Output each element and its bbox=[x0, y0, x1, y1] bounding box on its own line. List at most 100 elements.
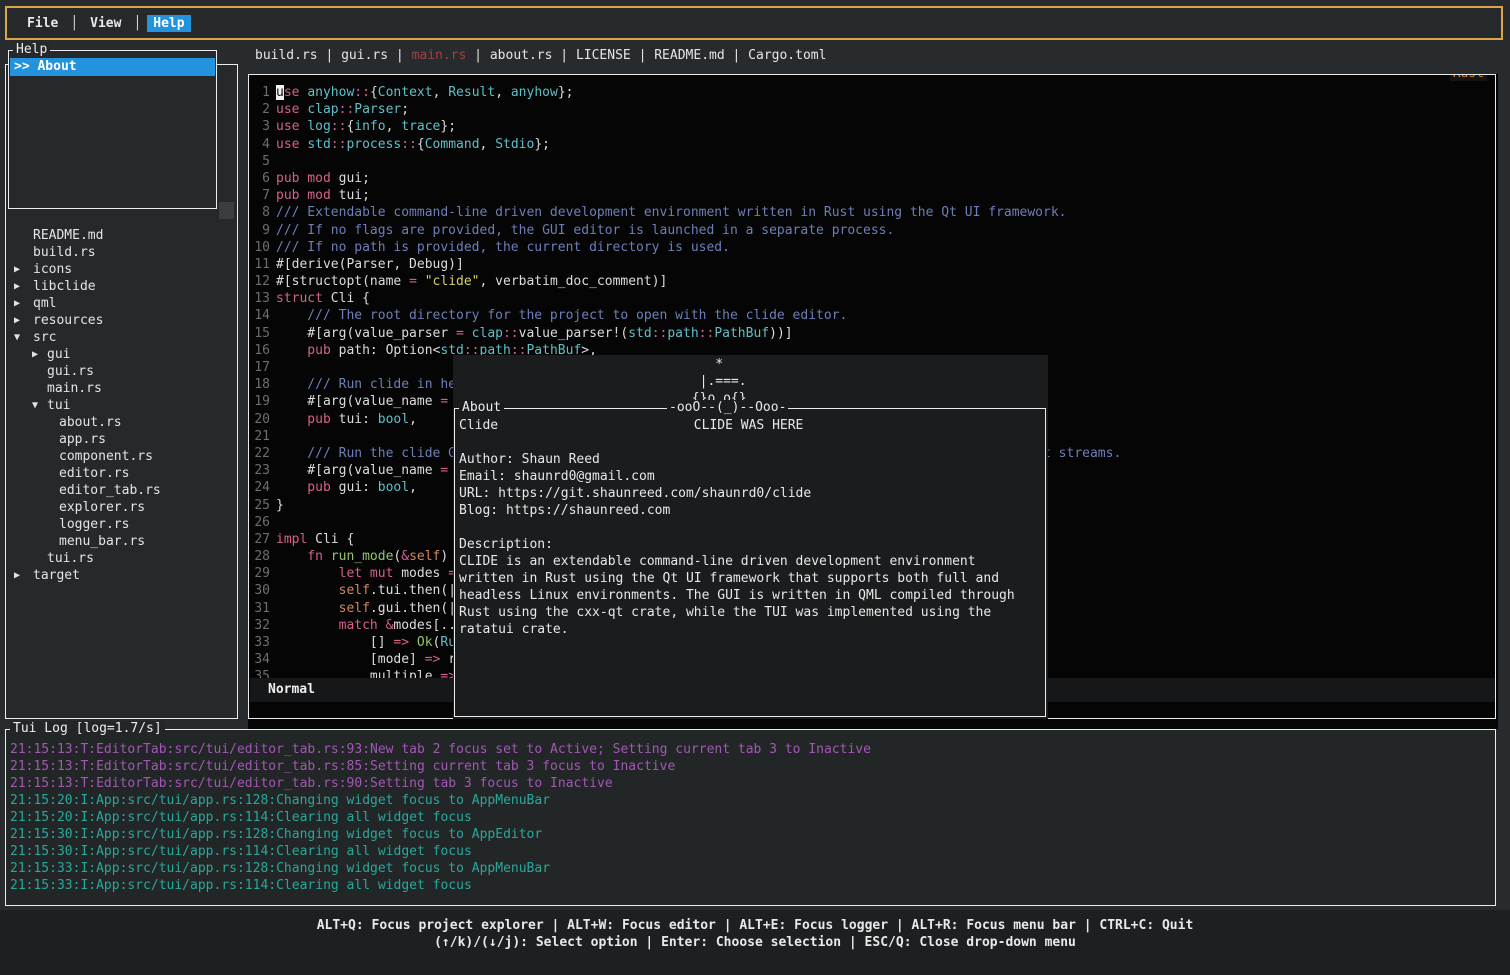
code-token bbox=[417, 274, 425, 289]
tree-item-gui[interactable]: ▶gui bbox=[6, 346, 235, 363]
code-line[interactable]: 14 /// The root directory for the projec… bbox=[250, 307, 1494, 324]
menu-item-about[interactable]: >> About bbox=[10, 58, 215, 76]
code-text: pub mod gui; bbox=[276, 171, 370, 186]
tree-item-logger-rs[interactable]: logger.rs bbox=[6, 516, 235, 533]
tree-item-tui-rs[interactable]: tui.rs bbox=[6, 550, 235, 567]
code-line[interactable]: 2use clap::Parser; bbox=[250, 101, 1494, 118]
code-token bbox=[464, 326, 472, 341]
code-token: /// If no flags are provided, the GUI ed… bbox=[276, 223, 894, 238]
code-token: trace bbox=[401, 119, 440, 134]
code-line[interactable]: 15 #[arg(value_parser = clap::value_pars… bbox=[250, 325, 1494, 342]
tab-main-rs[interactable]: main.rs bbox=[412, 48, 467, 63]
chevron-collapsed-icon: ▶ bbox=[14, 261, 20, 278]
tree-item-label: menu_bar.rs bbox=[59, 534, 145, 549]
line-number: 7 bbox=[250, 187, 270, 204]
tree-item-editor_tab-rs[interactable]: editor_tab.rs bbox=[6, 482, 235, 499]
code-text: /// If no flags are provided, the GUI ed… bbox=[276, 223, 894, 238]
tree-item-main-rs[interactable]: main.rs bbox=[6, 380, 235, 397]
text-cursor: u bbox=[276, 85, 284, 100]
code-line[interactable]: 8/// Extendable command-line driven deve… bbox=[250, 204, 1494, 221]
line-number: 12 bbox=[250, 273, 270, 290]
line-number: 25 bbox=[250, 497, 270, 514]
code-token: }; bbox=[558, 85, 574, 100]
code-line[interactable]: 10/// If no path is provided, the curren… bbox=[250, 239, 1494, 256]
tree-item-component-rs[interactable]: component.rs bbox=[6, 448, 235, 465]
tree-item-qml[interactable]: ▶qml bbox=[6, 295, 235, 312]
code-token: #[arg(value_parser bbox=[276, 326, 456, 341]
tree-item-label: editor.rs bbox=[59, 466, 129, 481]
code-token: match & bbox=[276, 618, 393, 633]
help-dropdown-title: Help bbox=[13, 42, 50, 57]
menu-item-view[interactable]: View bbox=[84, 15, 127, 32]
tab-readme-md[interactable]: README.md bbox=[654, 48, 724, 63]
code-token: PathBuf bbox=[714, 326, 769, 341]
line-number: 18 bbox=[250, 376, 270, 393]
code-token: Ok bbox=[417, 635, 433, 650]
tree-item-label: editor_tab.rs bbox=[59, 483, 161, 498]
tree-item-readme-md[interactable]: README.md bbox=[6, 227, 235, 244]
tab-license[interactable]: LICENSE bbox=[576, 48, 631, 63]
line-number: 2 bbox=[250, 101, 270, 118]
code-token: , bbox=[480, 137, 496, 152]
code-token: path: Option< bbox=[339, 343, 441, 358]
code-line[interactable]: 4use std::process::{Command, Stdio}; bbox=[250, 136, 1494, 153]
code-token: self bbox=[276, 601, 370, 616]
log-entry-info: 21:15:33:I:App:src/tui/app.rs:114:Cleari… bbox=[10, 877, 1493, 894]
tree-item-libclide[interactable]: ▶libclide bbox=[6, 278, 235, 295]
tree-item-menu_bar-rs[interactable]: menu_bar.rs bbox=[6, 533, 235, 550]
menu-separator: │ bbox=[127, 16, 147, 31]
menu-item-file[interactable]: File bbox=[21, 15, 64, 32]
tree-item-label: component.rs bbox=[59, 449, 153, 464]
code-line[interactable]: 11#[derive(Parser, Debug)] bbox=[250, 256, 1494, 273]
tree-item-target[interactable]: ▶ target bbox=[6, 567, 235, 584]
code-token: se bbox=[284, 85, 307, 100]
tree-item-editor-rs[interactable]: editor.rs bbox=[6, 465, 235, 482]
code-line[interactable]: 3use log::{info, trace}; bbox=[250, 118, 1494, 135]
line-number: 20 bbox=[250, 411, 270, 428]
tab-gui-rs[interactable]: gui.rs bbox=[341, 48, 388, 63]
code-token: log bbox=[307, 119, 330, 134]
about-popup-line: Author: Shaun Reed bbox=[459, 451, 1015, 468]
chevron-collapsed-icon: ▶ bbox=[14, 567, 20, 584]
tree-item-about-rs[interactable]: about.rs bbox=[6, 414, 235, 431]
menu-item-help[interactable]: Help bbox=[147, 15, 190, 32]
tab-separator: | bbox=[466, 48, 489, 63]
tree-item-explorer-rs[interactable]: explorer.rs bbox=[6, 499, 235, 516]
code-line[interactable]: 1use anyhow::{Context, Result, anyhow}; bbox=[250, 84, 1494, 101]
tree-item-build-rs[interactable]: build.rs bbox=[6, 244, 235, 261]
tab-build-rs[interactable]: build.rs bbox=[255, 48, 318, 63]
tab-about-rs[interactable]: about.rs bbox=[490, 48, 553, 63]
code-token: /// If no path is provided, the current … bbox=[276, 240, 730, 255]
code-line[interactable]: 9/// If no flags are provided, the GUI e… bbox=[250, 222, 1494, 239]
code-token: pub mod bbox=[276, 171, 339, 186]
line-number: 19 bbox=[250, 393, 270, 410]
explorer-scrollbar-thumb[interactable] bbox=[219, 202, 234, 219]
chevron-collapsed-icon: ▶ bbox=[14, 312, 20, 329]
code-token: = bbox=[409, 274, 417, 289]
ascii-art-border: -ooO--(_)--Ooo- bbox=[667, 400, 788, 415]
tree-item-label: target bbox=[33, 568, 80, 583]
tree-item-resources[interactable]: ▶resources bbox=[6, 312, 235, 329]
line-number: 24 bbox=[250, 479, 270, 496]
tree-item-app-rs[interactable]: app.rs bbox=[6, 431, 235, 448]
code-line[interactable]: 5 bbox=[250, 153, 1494, 170]
tab-separator: | bbox=[725, 48, 748, 63]
code-line[interactable]: 7pub mod tui; bbox=[250, 187, 1494, 204]
code-text: impl Cli { bbox=[276, 532, 354, 547]
line-number: 3 bbox=[250, 118, 270, 135]
code-text: #[structopt(name = "clide", verbatim_doc… bbox=[276, 274, 667, 289]
tree-item-src[interactable]: ▼src bbox=[6, 329, 235, 346]
tab-cargo-toml[interactable]: Cargo.toml bbox=[748, 48, 826, 63]
line-number: 28 bbox=[250, 548, 270, 565]
line-number: 11 bbox=[250, 256, 270, 273]
tree-item-tui[interactable]: ▼tui bbox=[6, 397, 235, 414]
tree-item-gui-rs[interactable]: gui.rs bbox=[6, 363, 235, 380]
tree-item-icons[interactable]: ▶icons bbox=[6, 261, 235, 278]
code-token: => bbox=[425, 652, 441, 667]
code-line[interactable]: 12 #[structopt(name = "clide", verbatim_d… bbox=[250, 273, 1494, 290]
code-token: tui: bbox=[339, 412, 378, 427]
about-popup-line: written in Rust using the Qt UI framewor… bbox=[459, 570, 1015, 587]
code-line[interactable]: 6pub mod gui; bbox=[250, 170, 1494, 187]
code-token: info bbox=[354, 119, 385, 134]
code-line[interactable]: 13struct Cli { bbox=[250, 290, 1494, 307]
